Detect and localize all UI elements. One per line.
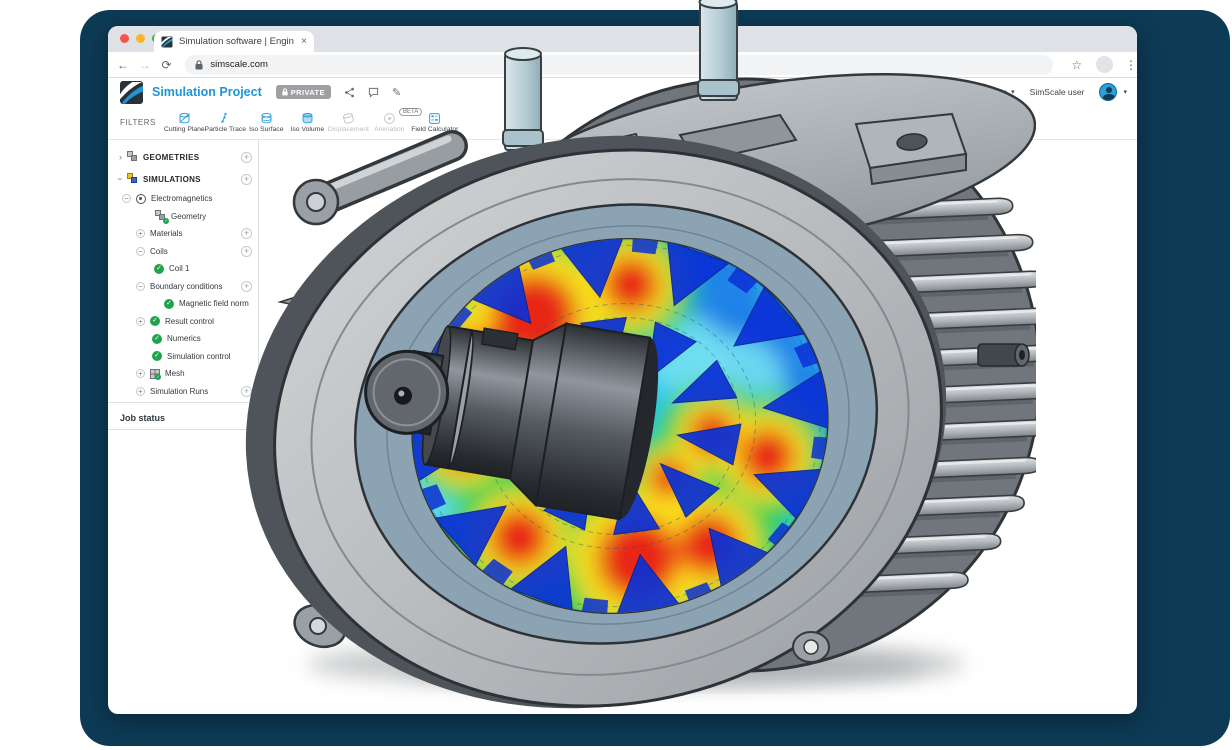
particle-trace-icon	[219, 112, 232, 125]
check-icon	[152, 334, 162, 344]
job-status-label: Job status	[108, 413, 165, 423]
check-icon	[152, 351, 162, 361]
refresh-icon[interactable]: ⟳	[156, 58, 178, 72]
tree-label: Electromagnetics	[151, 194, 212, 203]
tree-label: Result control	[165, 317, 214, 326]
collapse-toggle[interactable]	[136, 282, 145, 291]
browser-menu-icon[interactable]: ⋮	[1125, 58, 1137, 72]
tree-label: Boundary conditions	[150, 282, 223, 291]
check-icon	[154, 264, 164, 274]
collapse-toggle[interactable]	[136, 247, 145, 256]
lifting-stud-left	[503, 48, 543, 150]
expand-toggle[interactable]	[136, 317, 145, 326]
filters-label: FILTERS	[120, 118, 156, 127]
check-icon	[150, 316, 160, 326]
lock-icon	[195, 60, 203, 70]
electromagnetics-icon	[136, 194, 146, 204]
mesh-icon	[150, 369, 160, 379]
check-icon	[155, 374, 161, 380]
cutting-plane-icon	[178, 112, 191, 125]
browser-profile-avatar[interactable]	[1096, 56, 1113, 73]
housing-side-plug	[978, 344, 1029, 366]
user-avatar[interactable]	[1099, 83, 1117, 101]
check-icon	[164, 299, 174, 309]
caret-down-icon[interactable]: ›	[116, 174, 126, 185]
bookmark-star-icon[interactable]: ☆	[1071, 58, 1082, 72]
tree-label: Coils	[150, 247, 168, 256]
simscale-logo	[120, 81, 143, 104]
tree-label: Simulation control	[167, 352, 231, 361]
simulations-icon	[126, 173, 139, 185]
check-icon	[163, 218, 169, 224]
motor-3d-viewport[interactable]	[236, 0, 1036, 718]
expand-toggle[interactable]	[136, 387, 145, 396]
motor-model-render	[236, 0, 1036, 718]
tree-label: Mesh	[165, 369, 185, 378]
marketing-canvas: Simulation software | Engin × ← → ⟳ sims…	[0, 0, 1232, 750]
close-window-button[interactable]	[120, 34, 129, 43]
user-caret-icon: ▾	[1123, 88, 1127, 96]
forward-icon[interactable]: →	[134, 58, 156, 72]
tree-label: Geometry	[171, 212, 206, 221]
toolbar-button-label: Cutting Plane	[164, 126, 205, 133]
tree-label: Simulation Runs	[150, 387, 208, 396]
tree-label: SIMULATIONS	[143, 175, 201, 184]
back-icon[interactable]: ←	[112, 58, 134, 72]
tree-label: Materials	[150, 229, 182, 238]
cutting-plane-button[interactable]: Cutting Plane	[164, 112, 205, 133]
minimize-window-button[interactable]	[136, 34, 145, 43]
collapse-toggle[interactable]	[122, 194, 131, 203]
geometry-icon	[154, 210, 167, 222]
tree-label: Numerics	[167, 334, 201, 343]
expand-toggle[interactable]	[136, 229, 145, 238]
simscale-favicon	[161, 36, 173, 48]
expand-toggle[interactable]	[136, 369, 145, 378]
lifting-stud-right	[698, 0, 739, 100]
caret-right-icon[interactable]: ›	[115, 152, 126, 162]
nav-user[interactable]: SimScale user	[1030, 87, 1085, 97]
tree-label: Coil 1	[169, 264, 189, 273]
geometries-icon	[126, 151, 139, 163]
tree-label: GEOMETRIES	[143, 153, 199, 162]
